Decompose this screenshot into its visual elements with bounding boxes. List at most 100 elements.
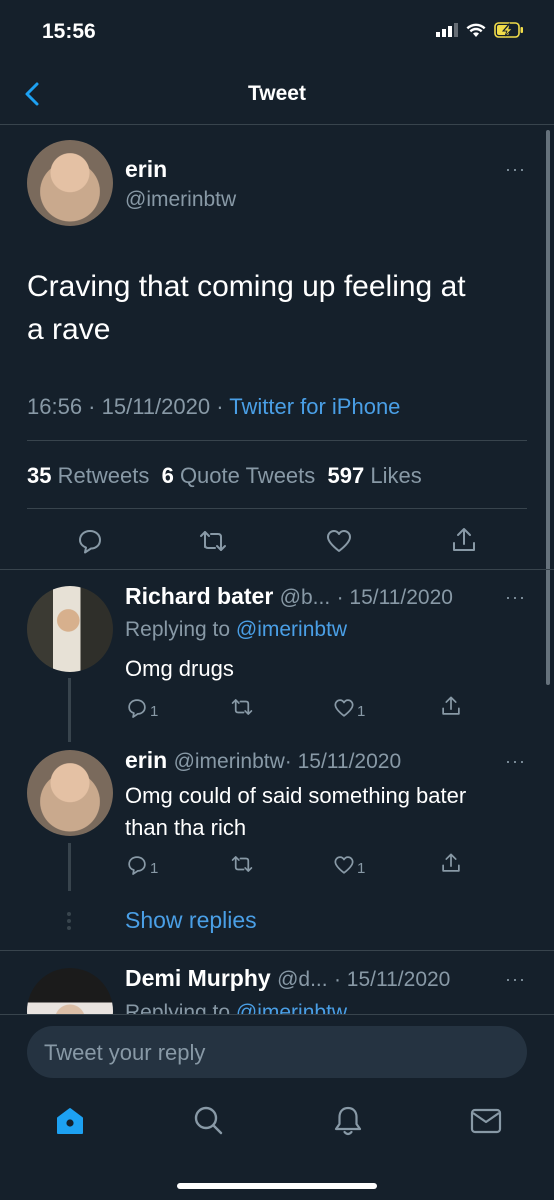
retweet-icon xyxy=(231,699,253,715)
tweet-stats: 35 Retweets 6 Quote Tweets 597 Likes xyxy=(27,463,422,489)
reply-more-button[interactable]: ··· xyxy=(505,969,526,990)
like-count: 1 xyxy=(357,860,366,877)
author-handle[interactable]: @imerinbtw xyxy=(125,188,236,212)
retweets-count: 35 xyxy=(27,463,52,488)
likes-count: 597 xyxy=(327,463,365,488)
home-indicator xyxy=(177,1183,377,1189)
reply-text-line-1: Omg could of said something bater xyxy=(125,783,467,808)
tweet-text-line-1: Craving that coming up feeling at xyxy=(27,270,466,303)
reply-header: erin @imerinbtw· 15/11/2020 xyxy=(125,747,401,774)
messages-icon xyxy=(470,1108,502,1134)
quotes-stat[interactable]: 6 Quote Tweets xyxy=(162,463,316,488)
wifi-icon xyxy=(466,23,486,37)
tab-search[interactable] xyxy=(193,1105,223,1137)
reply-action-reply[interactable]: 1 xyxy=(126,852,158,877)
reply-header: Demi Murphy @d... · 15/11/2020 xyxy=(125,965,450,992)
reply-author-handle[interactable]: @b... xyxy=(280,586,331,609)
reply-button[interactable] xyxy=(76,527,104,555)
reply-action-retweet[interactable] xyxy=(230,853,254,875)
reply-input-placeholder: Tweet your reply xyxy=(44,1040,206,1065)
tab-messages[interactable] xyxy=(470,1107,502,1135)
tab-home[interactable] xyxy=(55,1106,85,1136)
tweet-text: Craving that coming up feeling at a rave xyxy=(27,265,527,351)
tweet-source[interactable]: Twitter for iPhone xyxy=(229,394,400,419)
replying-to-prefix: Replying to xyxy=(125,618,236,641)
tweet-more-button[interactable]: ··· xyxy=(505,159,526,180)
reply-date: · 15/11/2020 xyxy=(333,968,451,991)
search-icon xyxy=(194,1106,223,1135)
replying-to-prefix: Replying to xyxy=(125,1001,236,1014)
like-button[interactable] xyxy=(325,527,353,555)
like-icon xyxy=(327,530,351,552)
thread-line xyxy=(68,678,71,742)
author-name[interactable]: erin xyxy=(125,156,167,183)
quotes-label: Quote Tweets xyxy=(179,463,316,488)
likes-label: Likes xyxy=(370,463,422,488)
reply-date: · 15/11/2020 xyxy=(336,586,453,609)
like-icon xyxy=(334,698,354,717)
reply-action-retweet[interactable] xyxy=(230,696,254,718)
reply-icon xyxy=(128,698,146,718)
reply-more-button[interactable]: ··· xyxy=(505,751,526,772)
thread-dots xyxy=(67,912,71,930)
reply-icon xyxy=(128,855,146,875)
notifications-icon xyxy=(334,1106,362,1136)
replying-to: Replying to @imerinbtw xyxy=(125,1001,347,1014)
tweet-meta: 16:56 · 15/11/2020 · Twitter for iPhone xyxy=(27,394,400,420)
share-icon xyxy=(442,696,460,715)
likes-stat[interactable]: 597 Likes xyxy=(328,463,422,488)
divider xyxy=(0,569,554,570)
reply-action-like[interactable]: 1 xyxy=(333,852,365,877)
reply-action-reply[interactable]: 1 xyxy=(126,695,158,720)
status-icons xyxy=(436,22,524,38)
reply-3-clip: Demi Murphy @d... · 15/11/2020 ··· Reply… xyxy=(0,951,554,1014)
reply-action-share[interactable] xyxy=(440,695,462,717)
reply-icon xyxy=(79,530,101,554)
reply-author-handle[interactable]: @d... xyxy=(277,968,328,991)
replying-to: Replying to @imerinbtw xyxy=(125,618,347,642)
page-title: Tweet xyxy=(248,82,306,105)
author-avatar[interactable] xyxy=(27,140,113,226)
divider xyxy=(27,508,527,509)
signal-icon xyxy=(436,23,458,37)
replying-to-handle[interactable]: @imerinbtw xyxy=(236,1001,347,1014)
scroll-indicator xyxy=(546,130,550,685)
like-icon xyxy=(334,855,354,874)
status-time: 15:56 xyxy=(42,20,96,43)
reply-action-share[interactable] xyxy=(440,852,462,874)
replying-to-handle[interactable]: @imerinbtw xyxy=(236,618,347,641)
composer-divider xyxy=(0,1014,554,1015)
reply-author-name[interactable]: Richard bater xyxy=(125,583,273,609)
tab-notifications[interactable] xyxy=(333,1104,363,1138)
reply-text: Omg could of said something bater than t… xyxy=(125,780,466,844)
reply-avatar[interactable] xyxy=(27,750,113,836)
reply-avatar[interactable] xyxy=(27,586,113,672)
reply-author-handle[interactable]: @imerinbtw xyxy=(174,750,285,773)
retweet-icon xyxy=(231,856,253,872)
divider xyxy=(27,440,527,441)
reply-header: Richard bater @b... · 15/11/2020 xyxy=(125,583,453,610)
reply-avatar[interactable] xyxy=(27,968,113,1014)
reply-action-like[interactable]: 1 xyxy=(333,695,365,720)
show-replies-link[interactable]: Show replies xyxy=(125,907,257,934)
reply-author-name[interactable]: erin xyxy=(125,747,167,773)
reply-more-button[interactable]: ··· xyxy=(505,587,526,608)
retweets-label: Retweets xyxy=(57,463,150,488)
reply-date: · 15/11/2020 xyxy=(284,750,402,773)
reply-author-name[interactable]: Demi Murphy xyxy=(125,965,271,991)
tweet-text-line-2: a rave xyxy=(27,313,111,346)
home-icon xyxy=(57,1108,83,1134)
share-button[interactable] xyxy=(450,526,478,554)
tweet-timestamp: 16:56 · 15/11/2020 · xyxy=(27,394,230,419)
thread-line xyxy=(68,843,71,891)
share-icon xyxy=(442,853,460,872)
quotes-count: 6 xyxy=(161,463,174,488)
retweets-stat[interactable]: 35 Retweets xyxy=(27,463,149,488)
retweet-button[interactable] xyxy=(198,527,228,555)
reply-count: 1 xyxy=(150,860,159,877)
reply-text-line-2: than tha rich xyxy=(125,815,247,840)
share-icon xyxy=(453,528,475,551)
like-count: 1 xyxy=(357,703,366,720)
battery-charging-icon xyxy=(494,22,523,38)
retweet-icon xyxy=(200,531,226,551)
